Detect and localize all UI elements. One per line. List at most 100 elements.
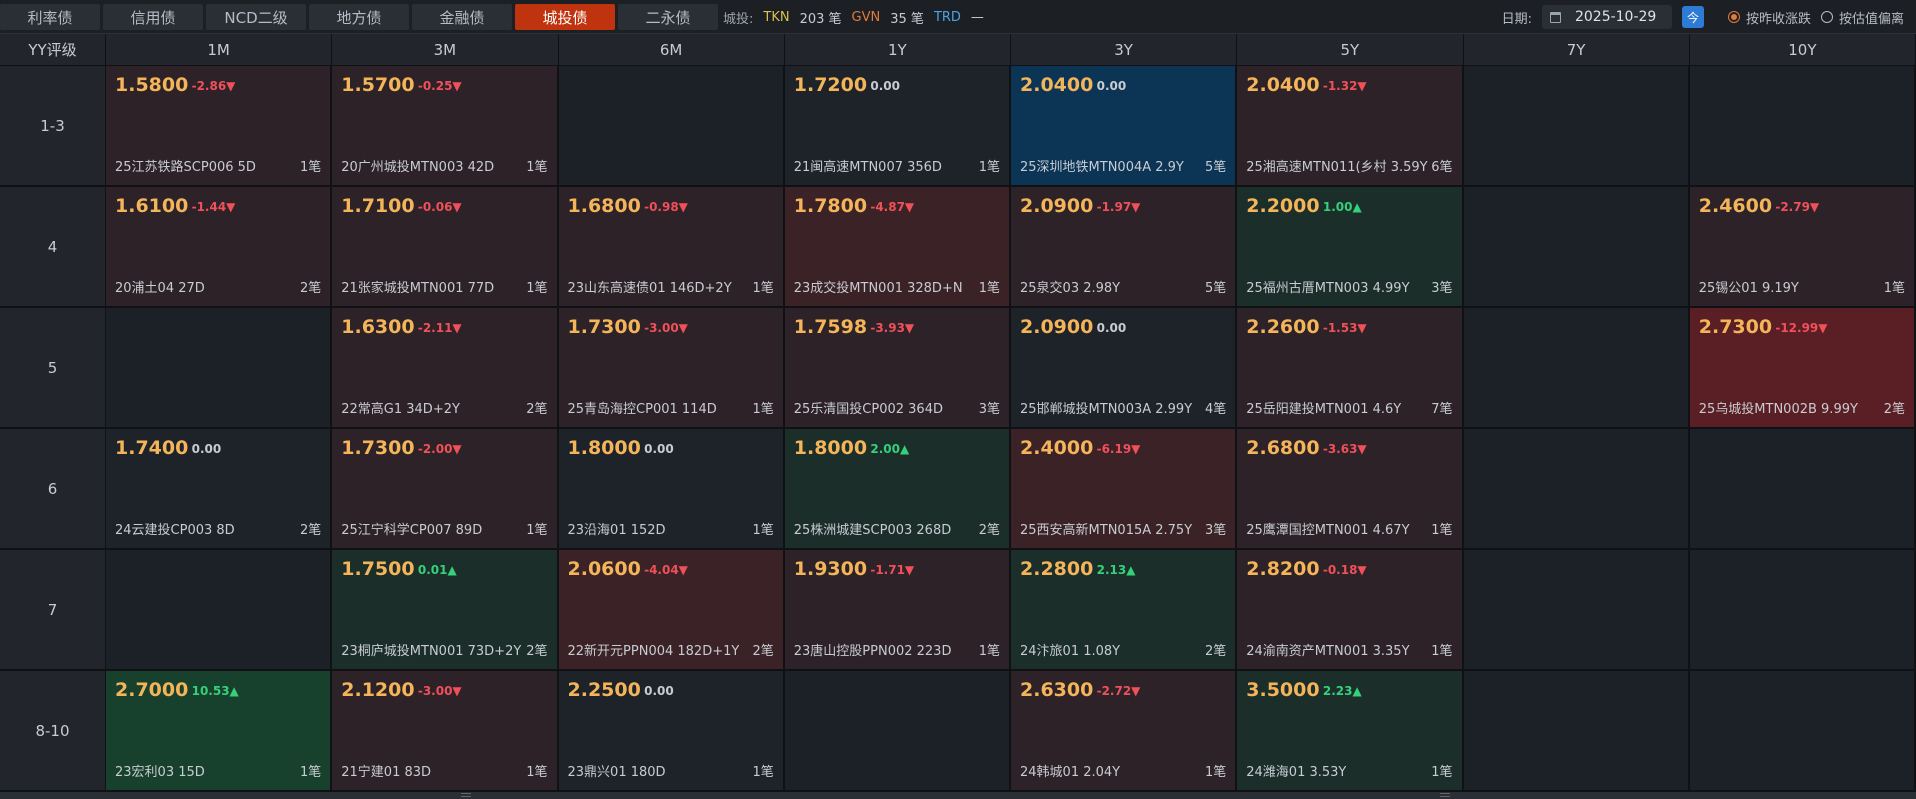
- tkn-label: TKN: [763, 9, 790, 25]
- quote-cell[interactable]: 1.7400 0.00 24云建投CP003 8D 2笔: [106, 429, 333, 550]
- quote-cell[interactable]: 1.5700 -0.25▼ 20广州城投MTN003 42D 1笔: [332, 66, 559, 187]
- quote-cell[interactable]: 2.6300 -2.72▼ 24韩城01 2.04Y 1笔: [1011, 671, 1238, 792]
- row-label: 8-10: [0, 671, 106, 792]
- empty-cell: [1463, 66, 1690, 187]
- quote-cell[interactable]: 1.7598 -3.93▼ 25乐清国投CP002 364D 3笔: [784, 308, 1011, 429]
- quote-cell[interactable]: 2.2000 1.00▲ 25福州古厝MTN003 4.99Y 3笔: [1237, 187, 1464, 308]
- trade-count: 7笔: [1431, 402, 1453, 417]
- bond-name: 25乐清国投CP002 364D: [793, 402, 943, 417]
- quote-cell[interactable]: 2.2800 2.13▲ 24汴旅01 1.08Y 2笔: [1011, 550, 1238, 671]
- bond-name: 23宏利03 15D: [115, 765, 205, 780]
- bond-name: 25泉交03 2.98Y: [1020, 281, 1121, 296]
- yield-value: 1.7300: [341, 437, 415, 459]
- empty-cell: [1689, 550, 1916, 671]
- yield-value: 1.5700: [341, 74, 415, 96]
- trade-count: 5笔: [1204, 281, 1227, 296]
- quote-cell[interactable]: 2.0400 -1.32▼ 25湘高速MTN011(乡村 3.59Y 6笔: [1237, 66, 1464, 187]
- yield-change: 0.00: [644, 684, 674, 698]
- quote-cell[interactable]: 1.9300 -1.71▼ 23唐山控股PPN002 223D 1笔: [784, 550, 1011, 671]
- quote-cell[interactable]: 1.6300 -2.11▼ 22常高G1 34D+2Y 2笔: [332, 308, 559, 429]
- radio-prev-close-label: 按昨收涨跌: [1745, 11, 1811, 27]
- bond-name: 23鼎兴01 180D: [567, 765, 666, 780]
- quote-cell[interactable]: 2.2500 0.00 23鼎兴01 180D 1笔: [558, 671, 785, 792]
- bond-name: 25湘高速MTN011(乡村 3.59Y: [1246, 160, 1428, 175]
- quote-cell[interactable]: 2.7300 -12.99▼ 25乌城投MTN002B 9.99Y 2笔: [1689, 308, 1916, 429]
- quote-cell[interactable]: 1.7300 -2.00▼ 25江宁科学CP007 89D 1笔: [332, 429, 559, 550]
- yield-change: -3.00▼: [417, 684, 462, 698]
- quote-cell[interactable]: 1.5800 -2.86▼ 25江苏铁路SCP006 5D 1笔: [106, 66, 333, 187]
- tab-6[interactable]: 二永债: [618, 4, 718, 30]
- quote-cell[interactable]: 2.0600 -4.04▼ 22新开元PPN004 182D+1Y 2笔: [558, 550, 785, 671]
- bond-name: 23山东高速债01 146D+2Y: [567, 281, 732, 296]
- bond-name: 25福州古厝MTN003 4.99Y: [1246, 281, 1410, 296]
- radio-valuation[interactable]: 按估值偏离: [1820, 8, 1904, 27]
- bond-name: 25邯郸城投MTN003A 2.99Y: [1020, 402, 1193, 417]
- quote-cell[interactable]: 2.4000 -6.19▼ 25西安高新MTN015A 2.75Y 3笔: [1011, 429, 1238, 550]
- trade-count: 1笔: [526, 765, 548, 780]
- quote-cell[interactable]: 2.0400 0.00 25深圳地铁MTN004A 2.9Y 5笔: [1011, 66, 1238, 187]
- column-header[interactable]: 7Y: [1463, 34, 1690, 66]
- tab-2[interactable]: NCD二级: [206, 4, 306, 30]
- quote-cell[interactable]: 1.6100 -1.44▼ 20浦土04 27D 2笔: [106, 187, 333, 308]
- yield-change: -4.87▼: [870, 200, 915, 214]
- empty-cell: [1463, 187, 1690, 308]
- resize-grip-icon[interactable]: [1440, 793, 1450, 797]
- quote-cell[interactable]: 1.8000 0.00 23沿海01 152D 1笔: [558, 429, 785, 550]
- tab-1[interactable]: 信用债: [103, 4, 203, 30]
- horizontal-scrollbar[interactable]: [0, 792, 1916, 799]
- trade-count: 2笔: [526, 644, 548, 659]
- resize-grip-icon[interactable]: [461, 793, 471, 797]
- date-picker[interactable]: 2025-10-29: [1541, 5, 1672, 29]
- quote-cell[interactable]: 1.7800 -4.87▼ 23成交投MTN001 328D+N 1笔: [784, 187, 1011, 308]
- quote-cell[interactable]: 2.6800 -3.63▼ 25鹰潭国控MTN001 4.67Y 1笔: [1237, 429, 1464, 550]
- yield-change: -2.79▼: [1775, 200, 1820, 214]
- row-label: 7: [0, 550, 106, 671]
- tab-4[interactable]: 金融债: [412, 4, 512, 30]
- today-button[interactable]: 今: [1681, 6, 1704, 28]
- column-header[interactable]: 6M: [558, 34, 785, 66]
- yield-change: -2.00▼: [417, 442, 462, 456]
- calendar-icon: [1549, 11, 1561, 23]
- quote-cell[interactable]: 2.7000 10.53▲ 23宏利03 15D 1笔: [106, 671, 333, 792]
- column-header[interactable]: 5Y: [1237, 34, 1464, 66]
- tab-0[interactable]: 利率债: [0, 4, 100, 30]
- column-header[interactable]: 3M: [332, 34, 559, 66]
- trade-count: 2笔: [1883, 402, 1905, 417]
- quote-cell[interactable]: 2.4600 -2.79▼ 25锡公01 9.19Y 1笔: [1689, 187, 1916, 308]
- empty-cell: [106, 550, 333, 671]
- quote-cell[interactable]: 2.8200 -0.18▼ 24渝南资产MTN001 3.35Y 1笔: [1237, 550, 1464, 671]
- trade-count: 2笔: [526, 402, 548, 417]
- quote-cell[interactable]: 1.7300 -3.00▼ 25青岛海控CP001 114D 1笔: [558, 308, 785, 429]
- column-header[interactable]: 10Y: [1689, 34, 1916, 66]
- quote-cell[interactable]: 1.6800 -0.98▼ 23山东高速债01 146D+2Y 1笔: [558, 187, 785, 308]
- empty-cell: [1463, 308, 1690, 429]
- column-header[interactable]: 1M: [106, 34, 333, 66]
- quote-matrix: YY评级 1M 3M 6M 1Y 3Y 5Y 7Y 10Y 1-3 1.5800 -2.86▼ 25江苏…: [0, 34, 1916, 794]
- quote-cell[interactable]: 2.1200 -3.00▼ 21宁建01 83D 1笔: [332, 671, 559, 792]
- quote-cell[interactable]: 3.5000 2.23▲ 24潍海01 3.53Y 1笔: [1237, 671, 1464, 792]
- yield-value: 2.8200: [1246, 558, 1320, 580]
- radio-prev-close[interactable]: 按昨收涨跌: [1727, 8, 1811, 27]
- column-header[interactable]: 3Y: [1011, 34, 1238, 66]
- yield-value: 1.7598: [793, 316, 868, 338]
- quote-cell[interactable]: 2.0900 -1.97▼ 25泉交03 2.98Y 5笔: [1011, 187, 1238, 308]
- yield-value: 1.7800: [793, 195, 868, 217]
- bond-name: 23成交投MTN001 328D+N: [793, 281, 963, 296]
- quote-cell[interactable]: 1.8000 2.00▲ 25株洲城建SCP003 268D 2笔: [784, 429, 1011, 550]
- quote-cell[interactable]: 2.0900 0.00 25邯郸城投MTN003A 2.99Y 4笔: [1011, 308, 1238, 429]
- tab-3[interactable]: 地方债: [309, 4, 409, 30]
- yield-value: 2.6800: [1246, 437, 1320, 459]
- quote-cell[interactable]: 1.7200 0.00 21闽高速MTN007 356D 1笔: [784, 66, 1011, 187]
- quote-cell[interactable]: 1.7500 0.01▲ 23桐庐城投MTN001 73D+2Y 2笔: [332, 550, 559, 671]
- column-header[interactable]: 1Y: [784, 34, 1011, 66]
- tab-5[interactable]: 城投债: [515, 4, 615, 30]
- yield-value: 2.6300: [1020, 679, 1094, 701]
- bond-name: 25江宁科学CP007 89D: [341, 523, 483, 538]
- quote-cell[interactable]: 1.7100 -0.06▼ 21张家城投MTN001 77D 1笔: [332, 187, 559, 308]
- yield-change: -3.00▼: [644, 321, 688, 335]
- tkn-value: 203 笔: [799, 11, 842, 27]
- quote-cell[interactable]: 2.2600 -1.53▼ 25岳阳建投MTN001 4.6Y 7笔: [1237, 308, 1464, 429]
- bond-name: 24渝南资产MTN001 3.35Y: [1246, 644, 1410, 659]
- yield-value: 1.7200: [793, 74, 868, 96]
- yield-change: -0.06▼: [417, 200, 462, 214]
